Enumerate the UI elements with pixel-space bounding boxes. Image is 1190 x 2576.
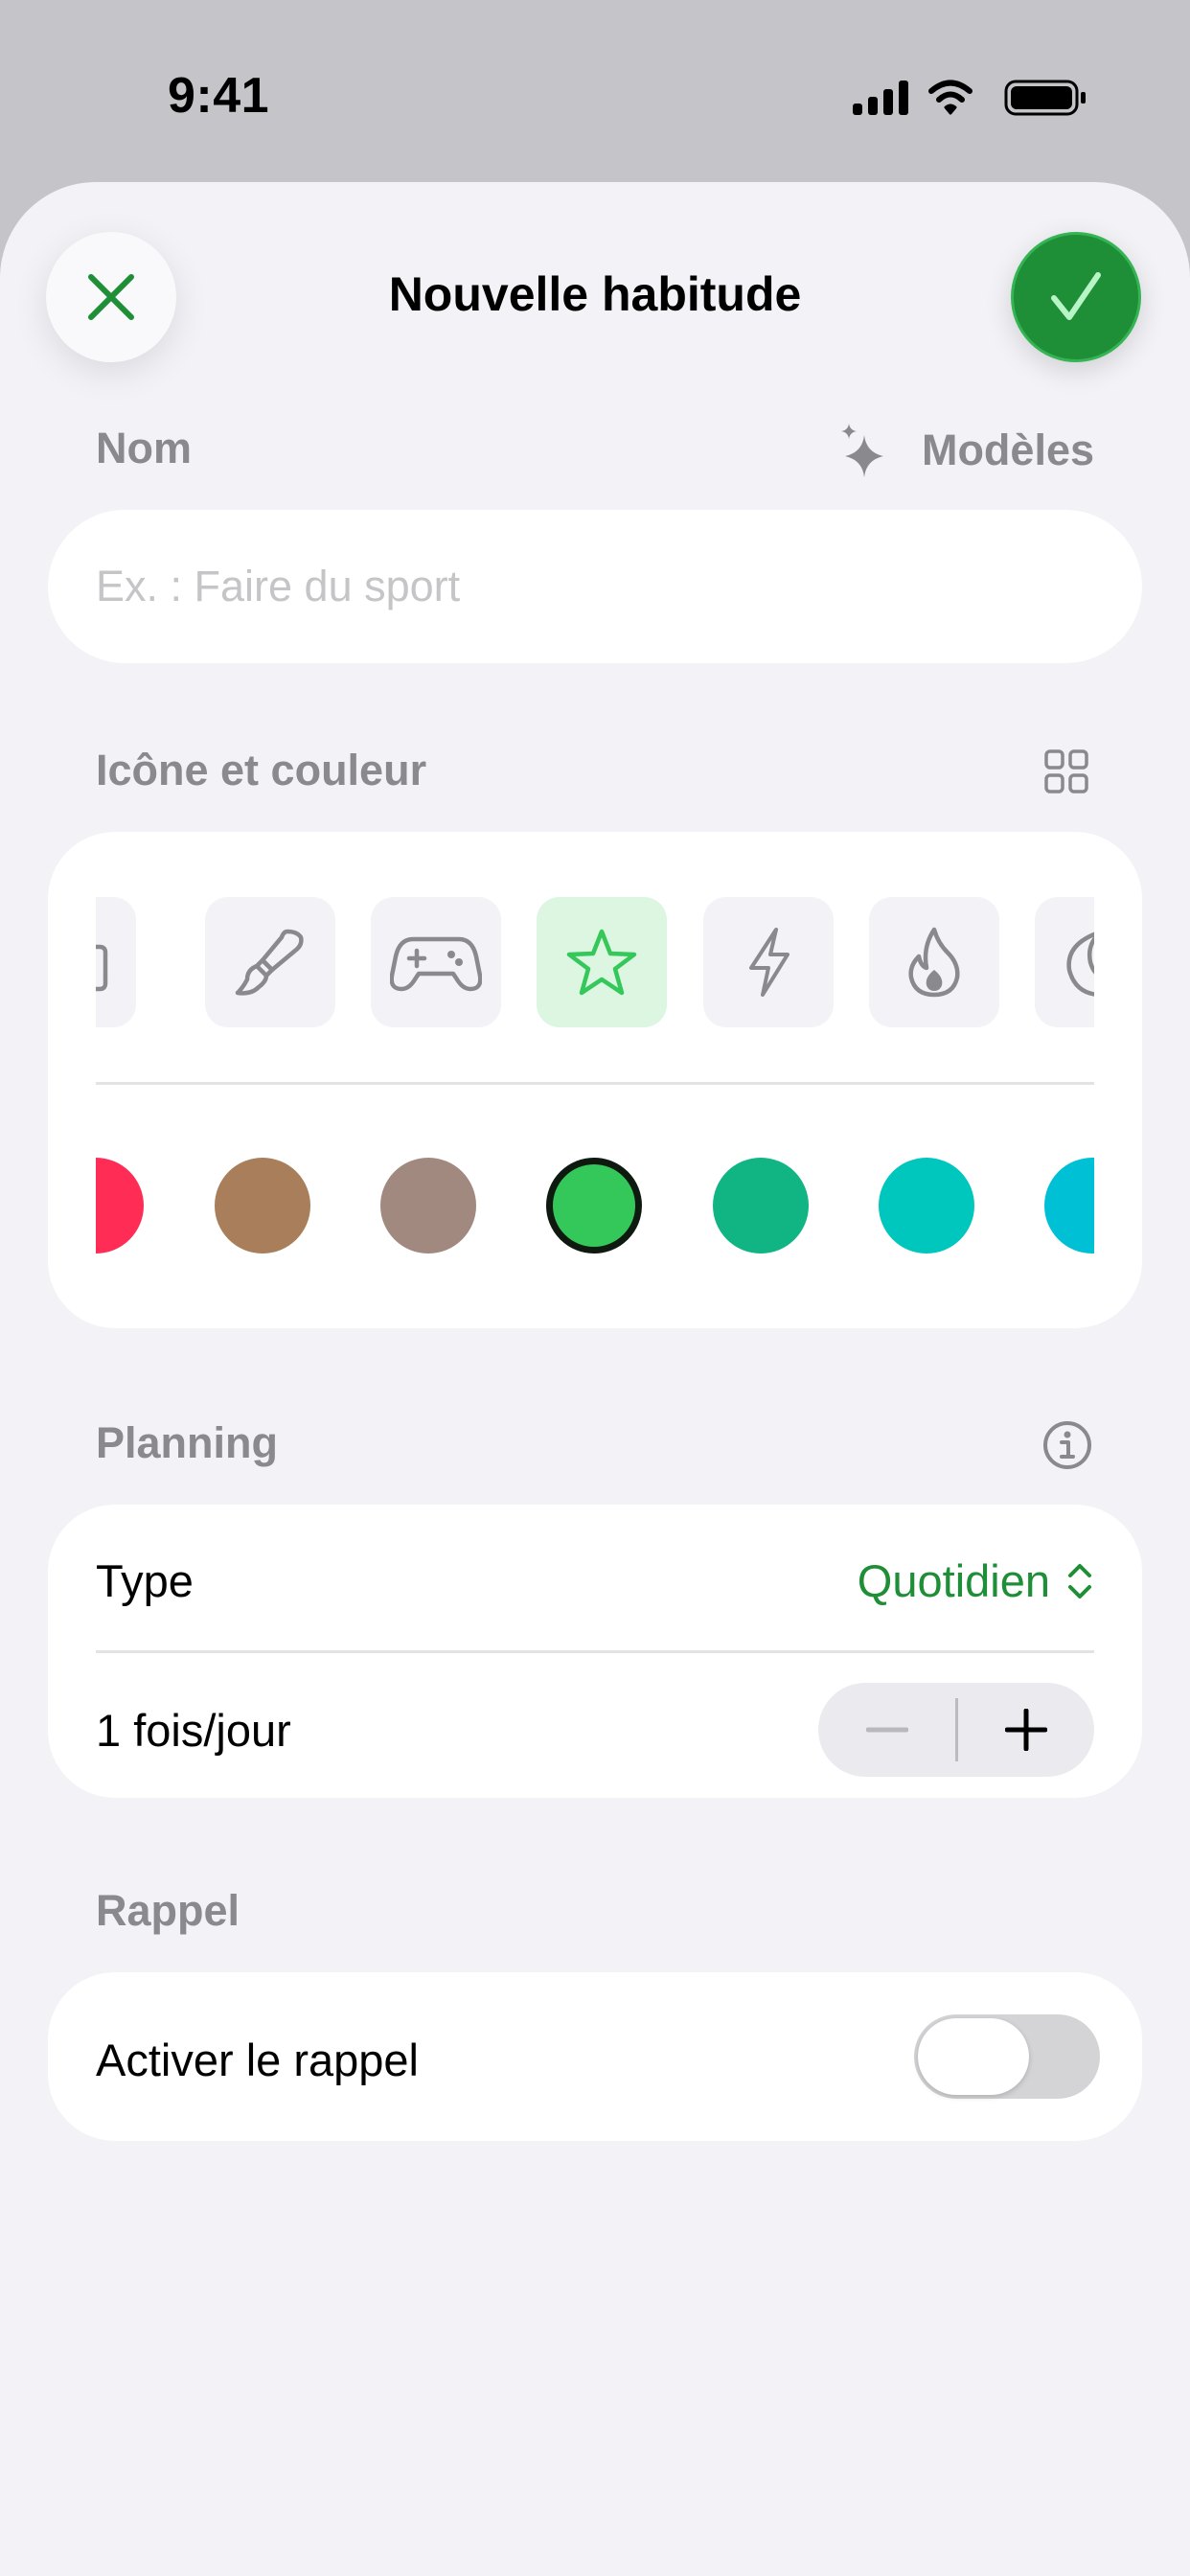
status-time: 9:41: [168, 68, 270, 124]
status-bar: 9:41: [0, 0, 1190, 182]
type-picker[interactable]: Quotidien: [858, 1554, 1094, 1607]
paintbrush-icon: [235, 929, 304, 996]
icon-color-section-label: Icône et couleur: [96, 746, 427, 794]
bolt-icon: [749, 928, 790, 997]
frequency-stepper[interactable]: [818, 1683, 1094, 1777]
flame-icon: [908, 927, 960, 998]
icon-option-gamepad[interactable]: [371, 897, 501, 1027]
minus-icon: [865, 1727, 908, 1733]
status-icons: [851, 77, 1090, 122]
icon-picker[interactable]: [96, 897, 1094, 1031]
camera-icon: [96, 944, 108, 992]
icon-option-camera[interactable]: [96, 897, 136, 1027]
toggle-knob: [918, 2018, 1029, 2095]
increment-button[interactable]: [957, 1683, 1094, 1777]
reminder-section-label: Rappel: [96, 1886, 240, 1935]
color-picker[interactable]: [96, 1158, 1094, 1263]
templates-label: Modèles: [921, 426, 1094, 474]
decrement-button[interactable]: [818, 1683, 955, 1777]
habit-name-input[interactable]: [48, 510, 1142, 663]
chevron-up-down-icon: [1068, 1563, 1091, 1598]
type-label: Type: [96, 1555, 194, 1606]
icon-option-bolt[interactable]: [703, 897, 834, 1027]
checkmark-icon: [1051, 272, 1101, 320]
icon-color-card: [48, 832, 1142, 1328]
templates-button[interactable]: Modèles: [837, 422, 1094, 479]
planning-info-button[interactable]: [1042, 1420, 1092, 1475]
color-swatch[interactable]: [879, 1158, 974, 1254]
planning-divider: [96, 1650, 1094, 1653]
icon-color-divider: [96, 1082, 1094, 1085]
sparkles-icon: [840, 424, 883, 477]
frequency-label: 1 fois/jour: [96, 1705, 291, 1756]
plus-icon: [1004, 1709, 1047, 1751]
icon-option-flame[interactable]: [869, 897, 999, 1027]
star-icon: [566, 929, 637, 996]
color-swatch[interactable]: [380, 1158, 476, 1254]
battery-icon: [1004, 80, 1086, 116]
moon-icon: [1066, 932, 1094, 997]
color-swatch[interactable]: [713, 1158, 809, 1254]
grid-icon: [1044, 749, 1088, 794]
color-swatch-selected[interactable]: [546, 1158, 642, 1254]
color-swatch[interactable]: [215, 1158, 310, 1254]
icon-option-star[interactable]: [537, 897, 667, 1027]
icon-option-paintbrush[interactable]: [205, 897, 335, 1027]
wifi-icon: [928, 80, 973, 115]
info-icon: [1043, 1421, 1091, 1469]
gamepad-icon: [390, 936, 482, 992]
reminder-toggle[interactable]: [914, 2014, 1100, 2099]
planning-card: Type Quotidien 1 fois/jour: [48, 1505, 1142, 1798]
confirm-button[interactable]: [1011, 232, 1141, 362]
grid-view-button[interactable]: [1044, 749, 1088, 798]
cellular-signal-icon: [853, 80, 908, 115]
color-swatch[interactable]: [96, 1158, 144, 1254]
reminder-toggle-label: Activer le rappel: [96, 2035, 419, 2085]
color-swatch[interactable]: [1044, 1158, 1094, 1254]
planning-section-label: Planning: [96, 1418, 278, 1467]
icon-option-moon[interactable]: [1035, 897, 1094, 1027]
name-section-label: Nom: [96, 424, 192, 472]
type-value: Quotidien: [857, 1555, 1050, 1606]
new-habit-sheet: Nouvelle habitude Nom Modèles Icône et c…: [0, 182, 1190, 2576]
reminder-card: Activer le rappel: [48, 1972, 1142, 2141]
